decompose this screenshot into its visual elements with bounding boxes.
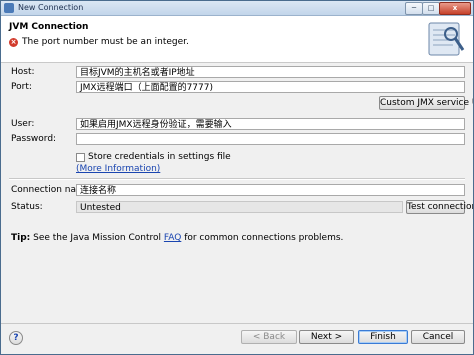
error-message: The port number must be an integer. — [22, 37, 189, 47]
window-title: New Connection — [18, 3, 84, 12]
back-button[interactable]: < Back — [241, 330, 297, 344]
test-connection-button[interactable]: Test connection — [406, 200, 473, 214]
tip-prefix: Tip: — [11, 233, 31, 243]
user-label: User: — [11, 119, 35, 129]
tip-text-before: See the Java Mission Control — [30, 233, 164, 243]
wizard-header: JVM Connection × The port number must be… — [1, 16, 473, 63]
port-label: Port: — [11, 82, 32, 92]
tip-text-after: for common connections problems. — [181, 233, 344, 243]
minimize-button[interactable]: ─ — [405, 2, 423, 15]
title-bar: New Connection ─ □ x — [1, 1, 473, 16]
app-icon — [4, 3, 14, 13]
finish-button[interactable]: Finish — [358, 330, 408, 344]
user-input[interactable]: 如果启用JMX远程身份验证，需要输入 — [76, 118, 465, 130]
faq-link[interactable]: FAQ — [164, 233, 181, 243]
maximize-button[interactable]: □ — [422, 2, 440, 15]
tip-text: Tip: See the Java Mission Control FAQ fo… — [11, 232, 343, 244]
custom-jmx-url-button[interactable]: Custom JMX service URL — [379, 96, 473, 110]
store-credentials-checkbox[interactable] — [76, 153, 85, 162]
password-label: Password: — [11, 134, 57, 144]
cancel-button[interactable]: Cancel — [411, 330, 465, 344]
port-input[interactable]: JMX远程端口（上面配置的7777) — [76, 81, 465, 93]
next-button[interactable]: Next > — [299, 330, 354, 344]
host-input[interactable]: 目标JVM的主机名或者IP地址 — [76, 66, 465, 78]
status-field: Untested — [76, 201, 403, 213]
error-icon: × — [9, 38, 18, 47]
button-bar-separator — [1, 323, 473, 324]
separator — [9, 178, 465, 180]
host-label: Host: — [11, 67, 35, 77]
more-information-link[interactable]: (More Information) — [76, 163, 160, 175]
page-title: JVM Connection — [9, 22, 89, 32]
connection-name-input[interactable]: 连接名称 — [76, 184, 465, 196]
wizard-banner-icon — [428, 22, 465, 56]
close-button[interactable]: x — [439, 2, 471, 15]
password-input[interactable] — [76, 133, 465, 145]
new-connection-dialog: New Connection ─ □ x JVM Connection × Th… — [0, 0, 474, 355]
status-label: Status: — [11, 202, 43, 212]
help-button[interactable]: ? — [9, 331, 23, 345]
store-credentials-label[interactable]: Store credentials in settings file — [88, 151, 231, 163]
